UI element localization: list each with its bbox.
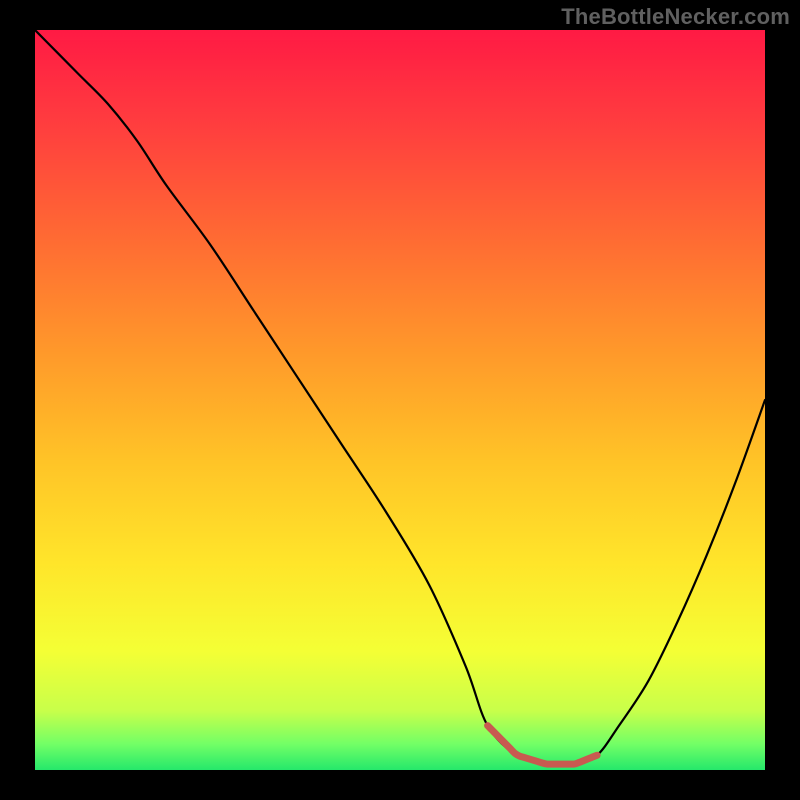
chart-frame: TheBottleNecker.com — [0, 0, 800, 800]
watermark-text: TheBottleNecker.com — [561, 4, 790, 30]
gradient-background — [35, 30, 765, 770]
bottleneck-curve-chart — [0, 0, 800, 800]
